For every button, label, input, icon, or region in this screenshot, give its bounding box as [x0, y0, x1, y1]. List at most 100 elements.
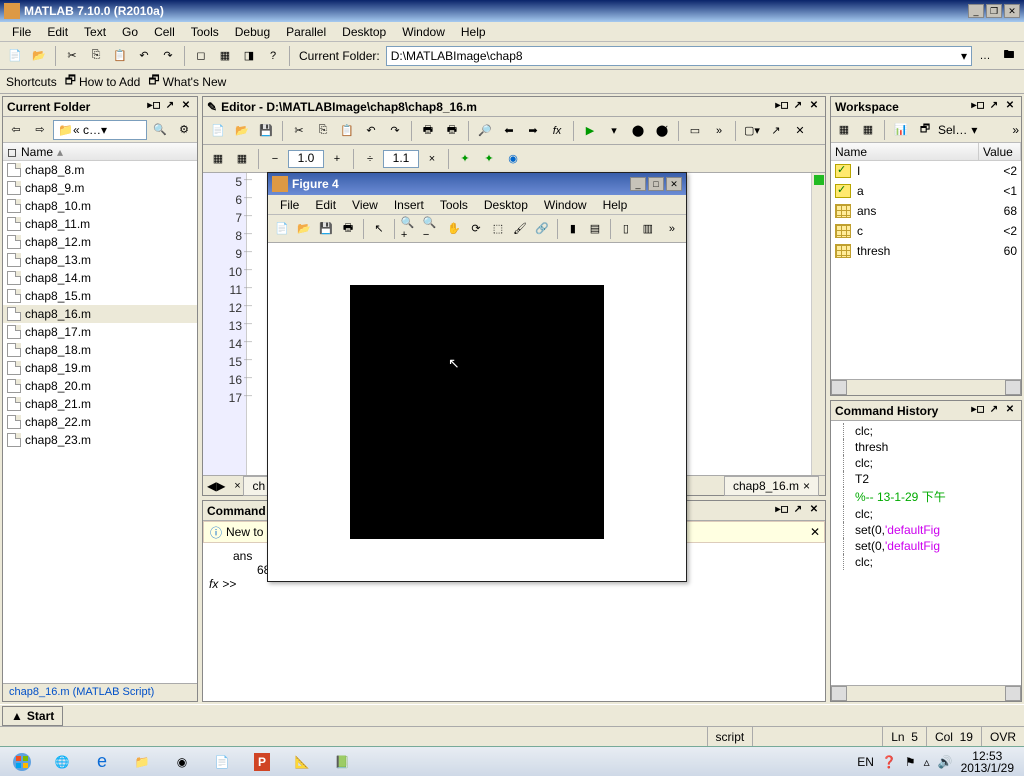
- workspace-list[interactable]: Name Value I<2a<1ans68c<2thresh60: [831, 143, 1021, 379]
- history-item[interactable]: clc;: [833, 506, 1019, 522]
- fig-colorbar-icon[interactable]: ▮: [563, 218, 583, 240]
- redo-icon[interactable]: ↷: [157, 45, 179, 67]
- tab-close-icon[interactable]: ×: [803, 479, 810, 493]
- run-advance-icon[interactable]: ✦: [454, 148, 476, 170]
- tray-clock[interactable]: 12:53 2013/1/29: [961, 750, 1014, 774]
- taskbar-matlab-icon[interactable]: 📐: [282, 749, 322, 775]
- browse-folder-button[interactable]: …: [974, 45, 996, 67]
- howto-add-link[interactable]: 🗗 How to Add: [65, 71, 141, 92]
- history-item[interactable]: clc;: [833, 423, 1019, 439]
- history-item[interactable]: set(0,'defaultFig: [833, 522, 1019, 538]
- menu-desktop[interactable]: Desktop: [334, 23, 394, 41]
- ws-col-value[interactable]: Value: [979, 143, 1021, 160]
- workspace-row[interactable]: thresh60: [831, 241, 1021, 261]
- tray-help-icon[interactable]: ❓: [882, 755, 897, 769]
- menu-tools[interactable]: Tools: [183, 23, 227, 41]
- fig-print-icon[interactable]: 🖶: [338, 218, 358, 240]
- hist-undock-icon[interactable]: ↗: [987, 404, 1001, 418]
- menu-edit[interactable]: Edit: [39, 23, 76, 41]
- file-row[interactable]: chap8_19.m: [3, 359, 197, 377]
- menu-debug[interactable]: Debug: [227, 23, 278, 41]
- hist-hscroll[interactable]: [831, 685, 1021, 701]
- menu-file[interactable]: File: [4, 23, 39, 41]
- copy-icon[interactable]: ⎘: [85, 45, 107, 67]
- breakpoint-clear-icon[interactable]: ⬤̸: [651, 120, 673, 142]
- forward-icon[interactable]: ⇨: [29, 119, 51, 141]
- editor-redo-icon[interactable]: ↷: [384, 120, 406, 142]
- fig-menu-desktop[interactable]: Desktop: [476, 196, 536, 214]
- taskbar-ie-icon[interactable]: e: [82, 749, 122, 775]
- file-row[interactable]: chap8_23.m: [3, 431, 197, 449]
- editor-gofwd-icon[interactable]: ➡: [522, 120, 544, 142]
- fig-datacursor-icon[interactable]: ⬚: [488, 218, 508, 240]
- editor-goback-icon[interactable]: ⬅: [498, 120, 520, 142]
- fig-open-icon[interactable]: 📂: [294, 218, 314, 240]
- run-section-icon[interactable]: ✦: [478, 148, 500, 170]
- guide-icon[interactable]: ▦: [214, 45, 236, 67]
- fig-hide-icon[interactable]: ▯: [616, 218, 636, 240]
- ws-dropdown-icon[interactable]: ▸◻: [971, 100, 985, 114]
- ws-open-icon[interactable]: ▦: [857, 119, 879, 141]
- workspace-row[interactable]: a<1: [831, 181, 1021, 201]
- editor-new-icon[interactable]: 📄: [207, 120, 229, 142]
- menu-go[interactable]: Go: [114, 23, 146, 41]
- whats-new-link[interactable]: 🗗 What's New: [148, 71, 226, 92]
- file-row[interactable]: chap8_11.m: [3, 215, 197, 233]
- panel-close-icon[interactable]: ✕: [179, 100, 193, 114]
- fig-menu-window[interactable]: Window: [536, 196, 595, 214]
- breakpoint-set-icon[interactable]: ⬤: [627, 120, 649, 142]
- win-start-button[interactable]: [2, 749, 42, 775]
- fig-maximize-button[interactable]: □: [648, 177, 664, 191]
- workspace-row[interactable]: c<2: [831, 221, 1021, 241]
- open-icon[interactable]: 📂: [28, 45, 50, 67]
- folder-breadcrumb[interactable]: 📁 « c… ▾: [53, 120, 147, 140]
- file-row[interactable]: chap8_10.m: [3, 197, 197, 215]
- back-icon[interactable]: ⇦: [5, 119, 27, 141]
- history-item[interactable]: thresh: [833, 439, 1019, 455]
- menu-cell[interactable]: Cell: [146, 23, 183, 41]
- tab-close-left[interactable]: ×: [231, 475, 243, 497]
- minimize-button[interactable]: _: [968, 4, 984, 18]
- editor-print-icon[interactable]: 🖶: [417, 120, 439, 142]
- info-icon[interactable]: ◉: [502, 148, 524, 170]
- file-row[interactable]: chap8_22.m: [3, 413, 197, 431]
- ws-col-name[interactable]: Name: [831, 143, 979, 160]
- history-item[interactable]: T2: [833, 471, 1019, 487]
- undo-icon[interactable]: ↶: [133, 45, 155, 67]
- file-row[interactable]: chap8_9.m: [3, 179, 197, 197]
- editor-dropdown-icon[interactable]: ▸◻: [775, 100, 789, 114]
- fig-legend-icon[interactable]: ▤: [585, 218, 605, 240]
- tab-nav-left[interactable]: ◀▶: [207, 479, 225, 493]
- times-icon[interactable]: ×: [421, 148, 443, 170]
- file-row[interactable]: chap8_8.m: [3, 161, 197, 179]
- fig-new-icon[interactable]: 📄: [272, 218, 292, 240]
- taskbar-app-5[interactable]: 📄: [202, 749, 242, 775]
- code-analyzer-strip[interactable]: [811, 173, 825, 475]
- cmd-undock-icon[interactable]: ↗: [791, 504, 805, 518]
- fig-more-icon[interactable]: »: [662, 218, 682, 240]
- menu-parallel[interactable]: Parallel: [278, 23, 334, 41]
- tab-right[interactable]: chap8_16.m ×: [724, 476, 819, 496]
- editor-fx-icon[interactable]: fx: [546, 120, 568, 142]
- close-button[interactable]: ✕: [1004, 4, 1020, 18]
- ws-undock-icon[interactable]: ↗: [987, 100, 1001, 114]
- gear-icon[interactable]: ⚙: [173, 119, 195, 141]
- file-row[interactable]: chap8_12.m: [3, 233, 197, 251]
- search-icon[interactable]: 🔍: [149, 119, 171, 141]
- restore-button[interactable]: ❐: [986, 4, 1002, 18]
- simulink-icon[interactable]: ◻: [190, 45, 212, 67]
- profiler-icon[interactable]: ◨: [238, 45, 260, 67]
- taskbar-app-1[interactable]: 🌐: [42, 749, 82, 775]
- file-row[interactable]: chap8_13.m: [3, 251, 197, 269]
- panel-undock-icon[interactable]: ↗: [163, 100, 177, 114]
- menu-help[interactable]: Help: [453, 23, 494, 41]
- fig-menu-edit[interactable]: Edit: [307, 196, 344, 214]
- run-icon[interactable]: ▶: [579, 120, 601, 142]
- figure-canvas[interactable]: ↖: [268, 243, 686, 581]
- cell-eval-icon[interactable]: ▦: [231, 148, 253, 170]
- matlab-start-button[interactable]: ▲ Start: [2, 706, 63, 726]
- editor-undo-icon[interactable]: ↶: [360, 120, 382, 142]
- parent-folder-icon[interactable]: 🖿: [998, 45, 1020, 67]
- fig-rotate-icon[interactable]: ⟳: [466, 218, 486, 240]
- ws-more-icon[interactable]: »: [1012, 123, 1019, 137]
